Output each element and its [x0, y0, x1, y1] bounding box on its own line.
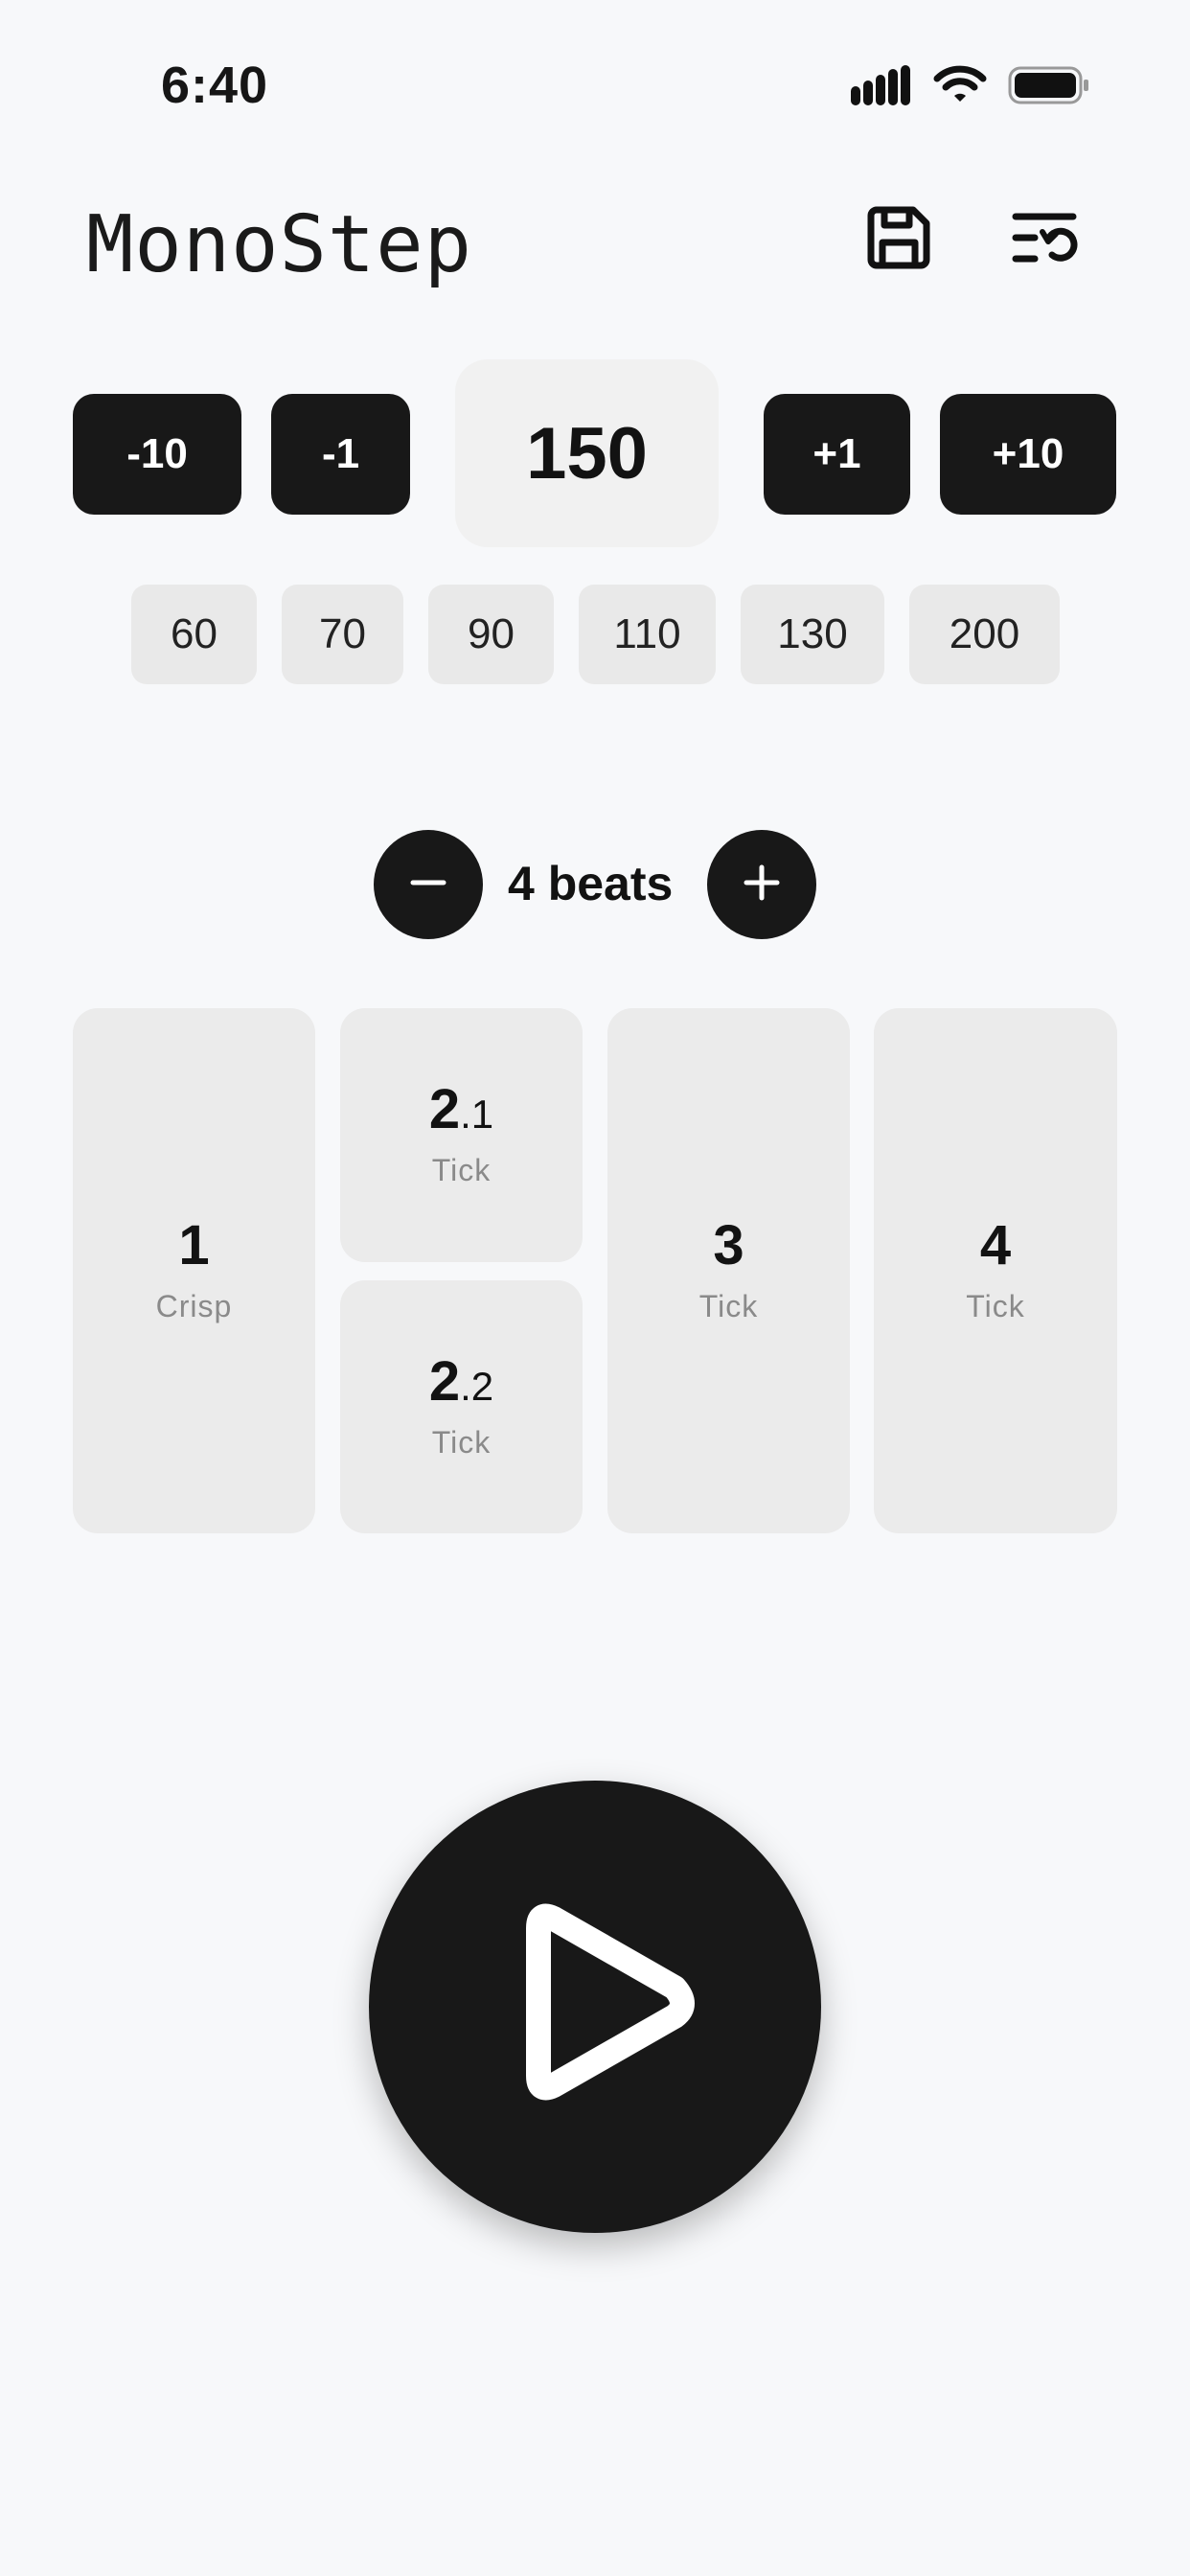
- plus-icon: [743, 863, 781, 907]
- beat-number: 2.2: [429, 1353, 494, 1410]
- beat-number: 3: [713, 1213, 744, 1276]
- add-beat-button[interactable]: [707, 830, 816, 939]
- save-button[interactable]: [856, 196, 942, 283]
- beat-number: 1: [178, 1213, 210, 1276]
- beat-sound: Tick: [698, 1288, 759, 1323]
- beat-subdivision: .2: [460, 1363, 494, 1409]
- preset-button[interactable]: 200: [909, 585, 1060, 684]
- preset-button[interactable]: 130: [741, 585, 884, 684]
- beat-subdivision: .1: [460, 1092, 494, 1137]
- preset-button[interactable]: 110: [579, 585, 716, 684]
- preset-button[interactable]: 90: [428, 585, 554, 684]
- beat-number-main: 2: [428, 1349, 461, 1413]
- save-icon: [865, 204, 932, 276]
- minus-icon: [409, 863, 447, 907]
- battery-icon: [1008, 65, 1090, 110]
- remove-beat-button[interactable]: [374, 830, 483, 939]
- beat-number: 2.1: [429, 1082, 493, 1138]
- tempo-plus-1-button[interactable]: +1: [764, 394, 910, 515]
- play-icon: [510, 1899, 701, 2115]
- beat-tile-4[interactable]: 4 Tick: [874, 1008, 1117, 1533]
- beats-count-label: 4 beats: [508, 857, 674, 910]
- tempo-minus-1-button[interactable]: -1: [271, 394, 410, 515]
- beat-sound: Tick: [431, 1153, 492, 1187]
- tempo-minus-10-button[interactable]: -10: [73, 394, 241, 515]
- signal-icon: [851, 65, 912, 110]
- beat-tile-3[interactable]: 3 Tick: [607, 1008, 850, 1533]
- status-icons: [851, 65, 1090, 110]
- beat-sound: Tick: [966, 1288, 1025, 1323]
- app-title: MonoStep: [86, 199, 472, 290]
- play-button[interactable]: [369, 1781, 821, 2233]
- bpm-display: 150: [455, 359, 719, 547]
- beat-tile-2-1[interactable]: 2.1 Tick: [340, 1008, 583, 1262]
- status-time: 6:40: [161, 57, 269, 114]
- beat-number-main: 2: [428, 1078, 461, 1140]
- tempo-plus-10-button[interactable]: +10: [940, 394, 1116, 515]
- wifi-icon: [933, 65, 987, 110]
- preset-button[interactable]: 70: [282, 585, 403, 684]
- beat-sound: Tick: [431, 1424, 492, 1460]
- history-icon: [1010, 207, 1079, 273]
- beat-number: 4: [979, 1213, 1012, 1276]
- beat-sound: Crisp: [155, 1288, 233, 1323]
- beat-tile-2-2[interactable]: 2.2 Tick: [340, 1280, 583, 1533]
- history-button[interactable]: [1001, 196, 1087, 283]
- beat-tile-1[interactable]: 1 Crisp: [73, 1008, 315, 1533]
- preset-button[interactable]: 60: [131, 585, 257, 684]
